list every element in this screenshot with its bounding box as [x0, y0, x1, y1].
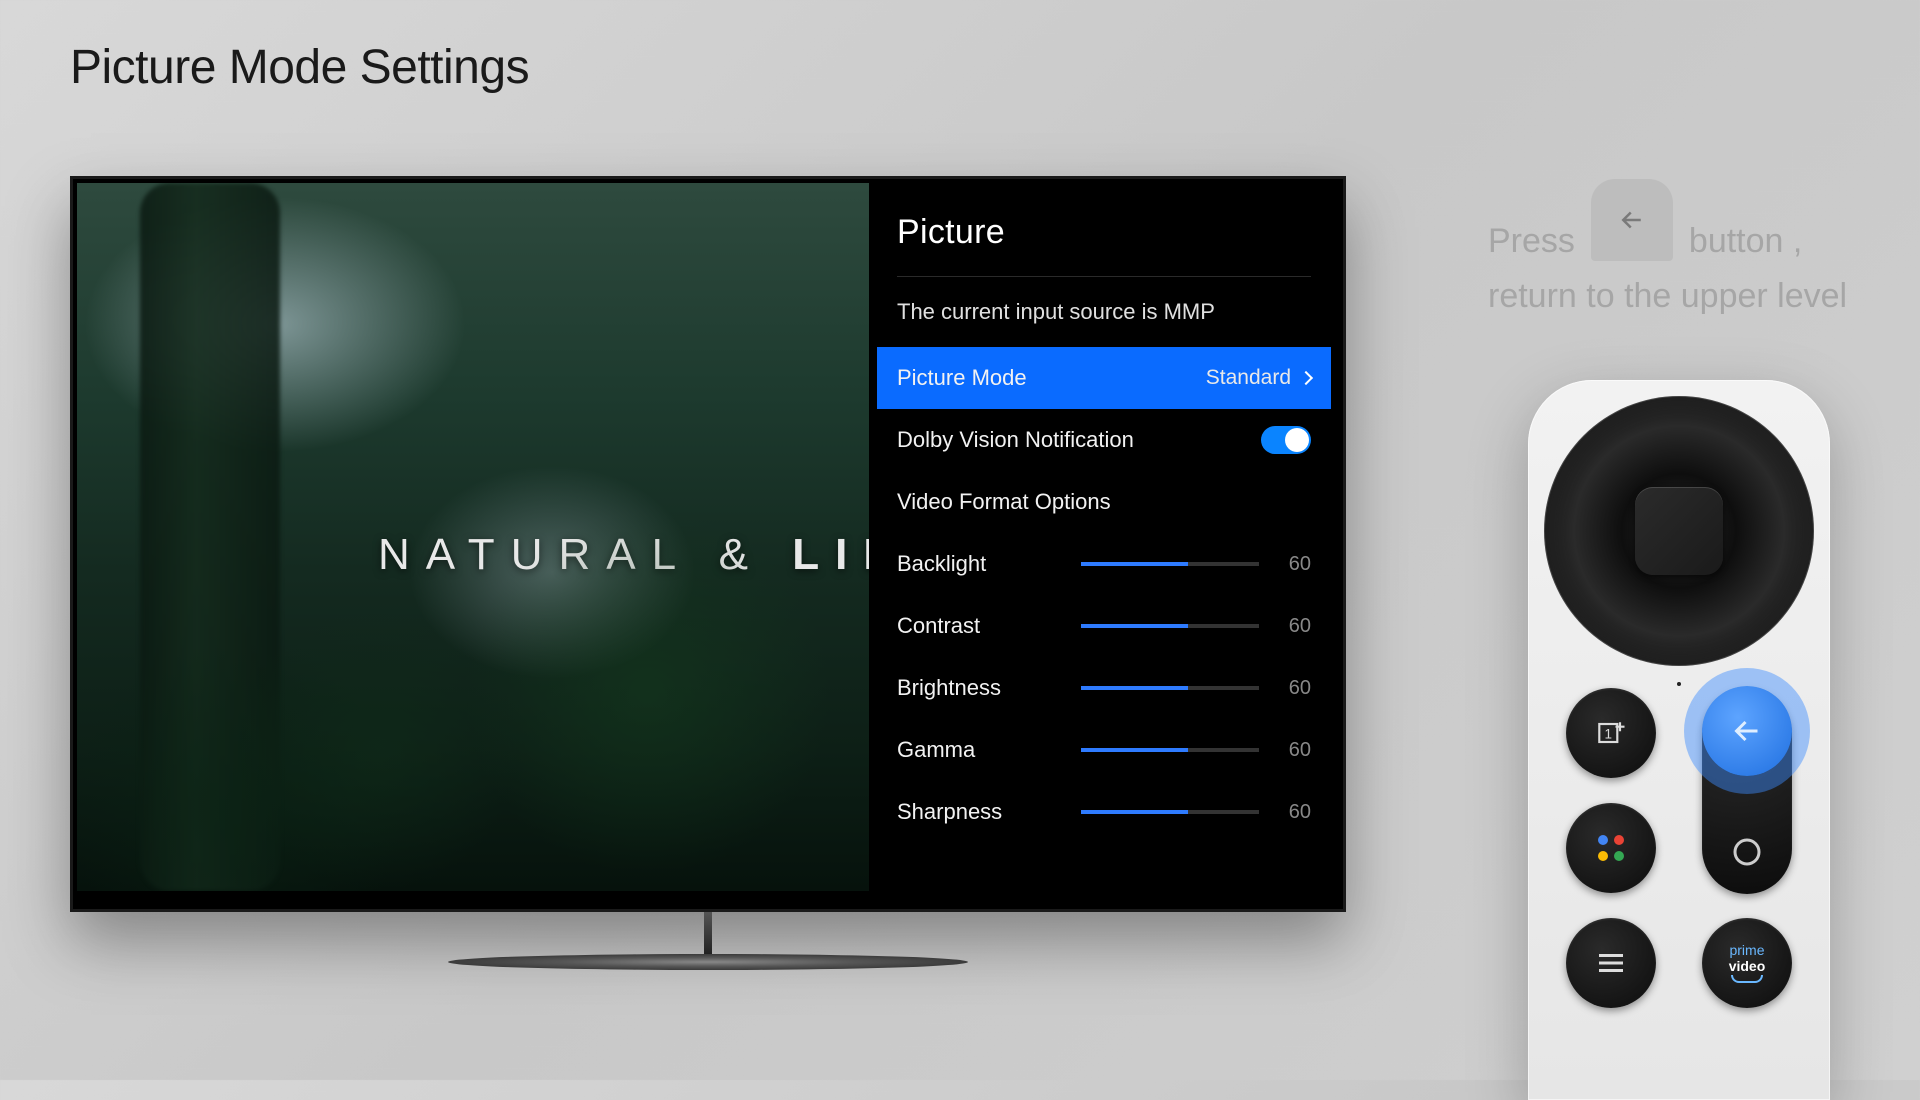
assistant-button[interactable] [1566, 803, 1656, 893]
slider-fill [1081, 686, 1188, 690]
tv: NATURAL & LIFE Picture The current input… [70, 176, 1346, 912]
instruction-line2: return to the upper level [1488, 271, 1908, 322]
hero-text-a: NATURAL & [378, 530, 792, 579]
tv-stand-neck [704, 912, 712, 954]
prime-video-icon: prime video [1729, 943, 1766, 983]
slider-track[interactable] [1081, 748, 1259, 752]
hamburger-menu-icon [1593, 945, 1629, 981]
oneplus-button[interactable]: 1 [1566, 688, 1656, 778]
slider-label: Contrast [897, 613, 980, 639]
video-format-row[interactable]: Video Format Options [877, 471, 1331, 533]
sharpness-row[interactable]: Sharpness 60 [877, 781, 1331, 843]
slider-label: Gamma [897, 737, 975, 763]
instruction-press: Press [1488, 216, 1575, 267]
back-home-pill [1702, 688, 1792, 894]
instruction-text: Press button , return to the upper level [1488, 216, 1908, 322]
slider-value: 60 [1279, 801, 1311, 824]
slider-value: 60 [1279, 615, 1311, 638]
slider-label: Backlight [897, 551, 986, 577]
dolby-vision-row[interactable]: Dolby Vision Notification [877, 409, 1331, 471]
tv-stand-base [448, 954, 968, 970]
gamma-row[interactable]: Gamma 60 [877, 719, 1331, 781]
slider-label: Brightness [897, 675, 1001, 701]
oneplus-icon: 1 [1593, 715, 1629, 751]
slider-fill [1081, 562, 1188, 566]
slider-fill [1081, 624, 1188, 628]
input-source-label: The current input source is MMP [897, 299, 1311, 325]
dpad[interactable] [1544, 396, 1814, 666]
svg-text:1: 1 [1605, 726, 1613, 741]
video-format-label: Video Format Options [897, 489, 1111, 515]
back-button[interactable] [1702, 686, 1792, 776]
hero-overlay-text: NATURAL & LIFE [378, 530, 869, 580]
slider-value: 60 [1279, 677, 1311, 700]
menu-button[interactable] [1566, 918, 1656, 1008]
backlight-row[interactable]: Backlight 60 [877, 533, 1331, 595]
slider-track[interactable] [1081, 624, 1259, 628]
picture-mode-value: Standard [1206, 366, 1291, 390]
panel-title: Picture [897, 213, 1311, 252]
picture-mode-label: Picture Mode [897, 365, 1027, 391]
slider-fill [1081, 810, 1188, 814]
slider-track[interactable] [1081, 686, 1259, 690]
tv-screen: NATURAL & LIFE Picture The current input… [77, 183, 1339, 891]
slider-fill [1081, 748, 1188, 752]
chevron-right-icon [1299, 371, 1313, 385]
panel-divider [897, 276, 1311, 277]
dolby-vision-label: Dolby Vision Notification [897, 427, 1134, 453]
slider-track[interactable] [1081, 562, 1259, 566]
brightness-row[interactable]: Brightness 60 [877, 657, 1331, 719]
home-circle-icon[interactable] [1729, 834, 1765, 870]
tv-bezel: NATURAL & LIFE Picture The current input… [70, 176, 1346, 912]
slider-value: 60 [1279, 739, 1311, 762]
content-preview: NATURAL & LIFE [77, 183, 869, 891]
page-title: Picture Mode Settings [70, 40, 529, 95]
slider-value: 60 [1279, 553, 1311, 576]
instruction-button: button , [1689, 216, 1802, 267]
back-arrow-icon [1617, 205, 1647, 235]
back-arrow-icon [1729, 713, 1765, 749]
remote-control: 1 prime video [1528, 380, 1830, 1100]
instruction-back-key [1591, 179, 1673, 261]
dpad-ok-button[interactable] [1635, 487, 1723, 575]
google-assistant-icon [1598, 835, 1624, 861]
hero-text-b: LIFE [792, 530, 869, 579]
contrast-row[interactable]: Contrast 60 [877, 595, 1331, 657]
slider-label: Sharpness [897, 799, 1002, 825]
prime-video-button[interactable]: prime video [1702, 918, 1792, 1008]
picture-mode-row[interactable]: Picture Mode Standard [877, 347, 1331, 409]
slider-track[interactable] [1081, 810, 1259, 814]
picture-settings-panel: Picture The current input source is MMP … [869, 183, 1339, 891]
mic-icon [1677, 682, 1681, 686]
dolby-vision-toggle[interactable] [1261, 426, 1311, 454]
